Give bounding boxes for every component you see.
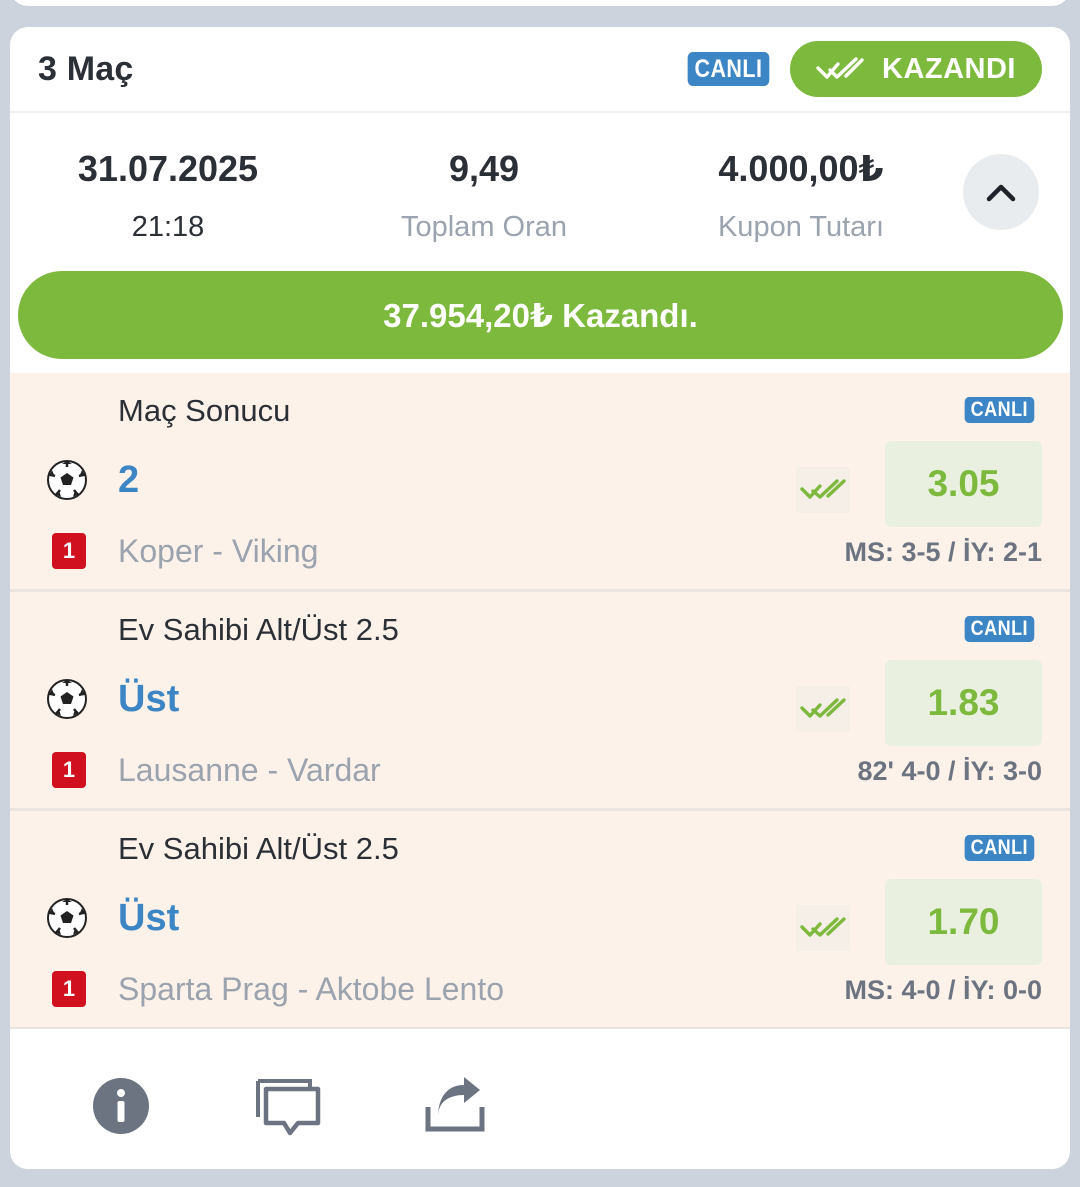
bet-score: MS: 4-0 / İY: 0-0 bbox=[844, 975, 1042, 1005]
won-status-label: KAZANDI bbox=[882, 52, 1016, 85]
coupon-footer bbox=[10, 1029, 1070, 1169]
total-odds-column: 9,49 Toplam Oran bbox=[380, 147, 588, 247]
soccer-ball-icon bbox=[47, 460, 87, 500]
live-badge: CANLI bbox=[964, 616, 1035, 642]
bet-pick: 2 bbox=[118, 459, 140, 501]
coupon-time: 21:18 bbox=[131, 211, 205, 243]
bet-odds: 1.70 bbox=[885, 879, 1042, 965]
bet-teams: Koper - Viking bbox=[118, 533, 319, 569]
chat-icon[interactable] bbox=[254, 1077, 322, 1139]
winnings-banner: 37.954,20₺ Kazandı. bbox=[18, 271, 1063, 359]
live-number-badge: 1 bbox=[52, 752, 86, 788]
double-check-icon bbox=[816, 57, 864, 79]
bet-market: Maç Sonucu bbox=[118, 393, 291, 428]
bet-row[interactable]: Maç Sonucu CANLI 2 3.05 1 Koper - Viking… bbox=[10, 373, 1070, 592]
soccer-ball-icon bbox=[47, 679, 87, 719]
bet-odds: 1.83 bbox=[885, 660, 1042, 746]
bet-score: 82' 4-0 / İY: 3-0 bbox=[857, 756, 1042, 786]
coupon-summary: 31.07.2025 21:18 9,49 Toplam Oran 4.000,… bbox=[10, 113, 1070, 273]
double-check-icon bbox=[800, 698, 846, 718]
coupon-header: 3 Maç CANLI KAZANDI bbox=[10, 27, 1070, 113]
stake-label: Kupon Tutarı bbox=[717, 211, 885, 243]
total-odds-value: 9,49 bbox=[448, 148, 520, 189]
won-check bbox=[796, 467, 850, 513]
header-badges: CANLI KAZANDI bbox=[681, 41, 1042, 97]
live-number-badge: 1 bbox=[52, 533, 86, 569]
bet-market: Ev Sahibi Alt/Üst 2.5 bbox=[118, 612, 399, 647]
previous-card-edge bbox=[10, 0, 1070, 6]
bet-pick: Üst bbox=[118, 678, 180, 720]
live-number-badge: 1 bbox=[52, 971, 86, 1007]
won-check bbox=[796, 686, 850, 732]
coupon-title: 3 Maç bbox=[38, 49, 134, 88]
stake-column: 4.000,00₺ Kupon Tutarı bbox=[690, 147, 912, 247]
double-check-icon bbox=[800, 479, 846, 499]
live-badge: CANLI bbox=[964, 835, 1035, 861]
bet-row[interactable]: Ev Sahibi Alt/Üst 2.5 CANLI Üst bbox=[10, 811, 1070, 1030]
share-icon[interactable] bbox=[424, 1077, 486, 1133]
coupon-date: 31.07.2025 bbox=[77, 148, 259, 189]
bet-list: Maç Sonucu CANLI 2 3.05 1 Koper - Viking… bbox=[10, 373, 1070, 1030]
bet-score: MS: 3-5 / İY: 2-1 bbox=[844, 537, 1042, 567]
soccer-ball-icon bbox=[47, 898, 87, 938]
double-check-icon bbox=[800, 917, 846, 937]
won-status-pill: KAZANDI bbox=[790, 41, 1042, 97]
live-badge: CANLI bbox=[964, 397, 1035, 423]
live-badge: CANLI bbox=[687, 52, 770, 86]
bet-odds: 3.05 bbox=[885, 441, 1042, 527]
collapse-button[interactable] bbox=[963, 154, 1039, 230]
bet-pick: Üst bbox=[118, 897, 180, 939]
coupon-card: 3 Maç CANLI KAZANDI 31.07.2025 21:18 9,4… bbox=[10, 27, 1070, 1169]
total-odds-label: Toplam Oran bbox=[400, 211, 567, 243]
won-check bbox=[796, 905, 850, 951]
date-column: 31.07.2025 21:18 bbox=[70, 147, 266, 247]
bet-teams: Lausanne - Vardar bbox=[118, 752, 381, 788]
bet-market: Ev Sahibi Alt/Üst 2.5 bbox=[118, 831, 399, 866]
stake-value: 4.000,00₺ bbox=[718, 148, 884, 189]
bet-teams: Sparta Prag - Aktobe Lento bbox=[118, 971, 505, 1007]
chevron-up-icon bbox=[986, 184, 1016, 202]
info-icon[interactable] bbox=[92, 1077, 150, 1135]
bet-row[interactable]: Ev Sahibi Alt/Üst 2.5 CANLI Üst bbox=[10, 592, 1070, 811]
